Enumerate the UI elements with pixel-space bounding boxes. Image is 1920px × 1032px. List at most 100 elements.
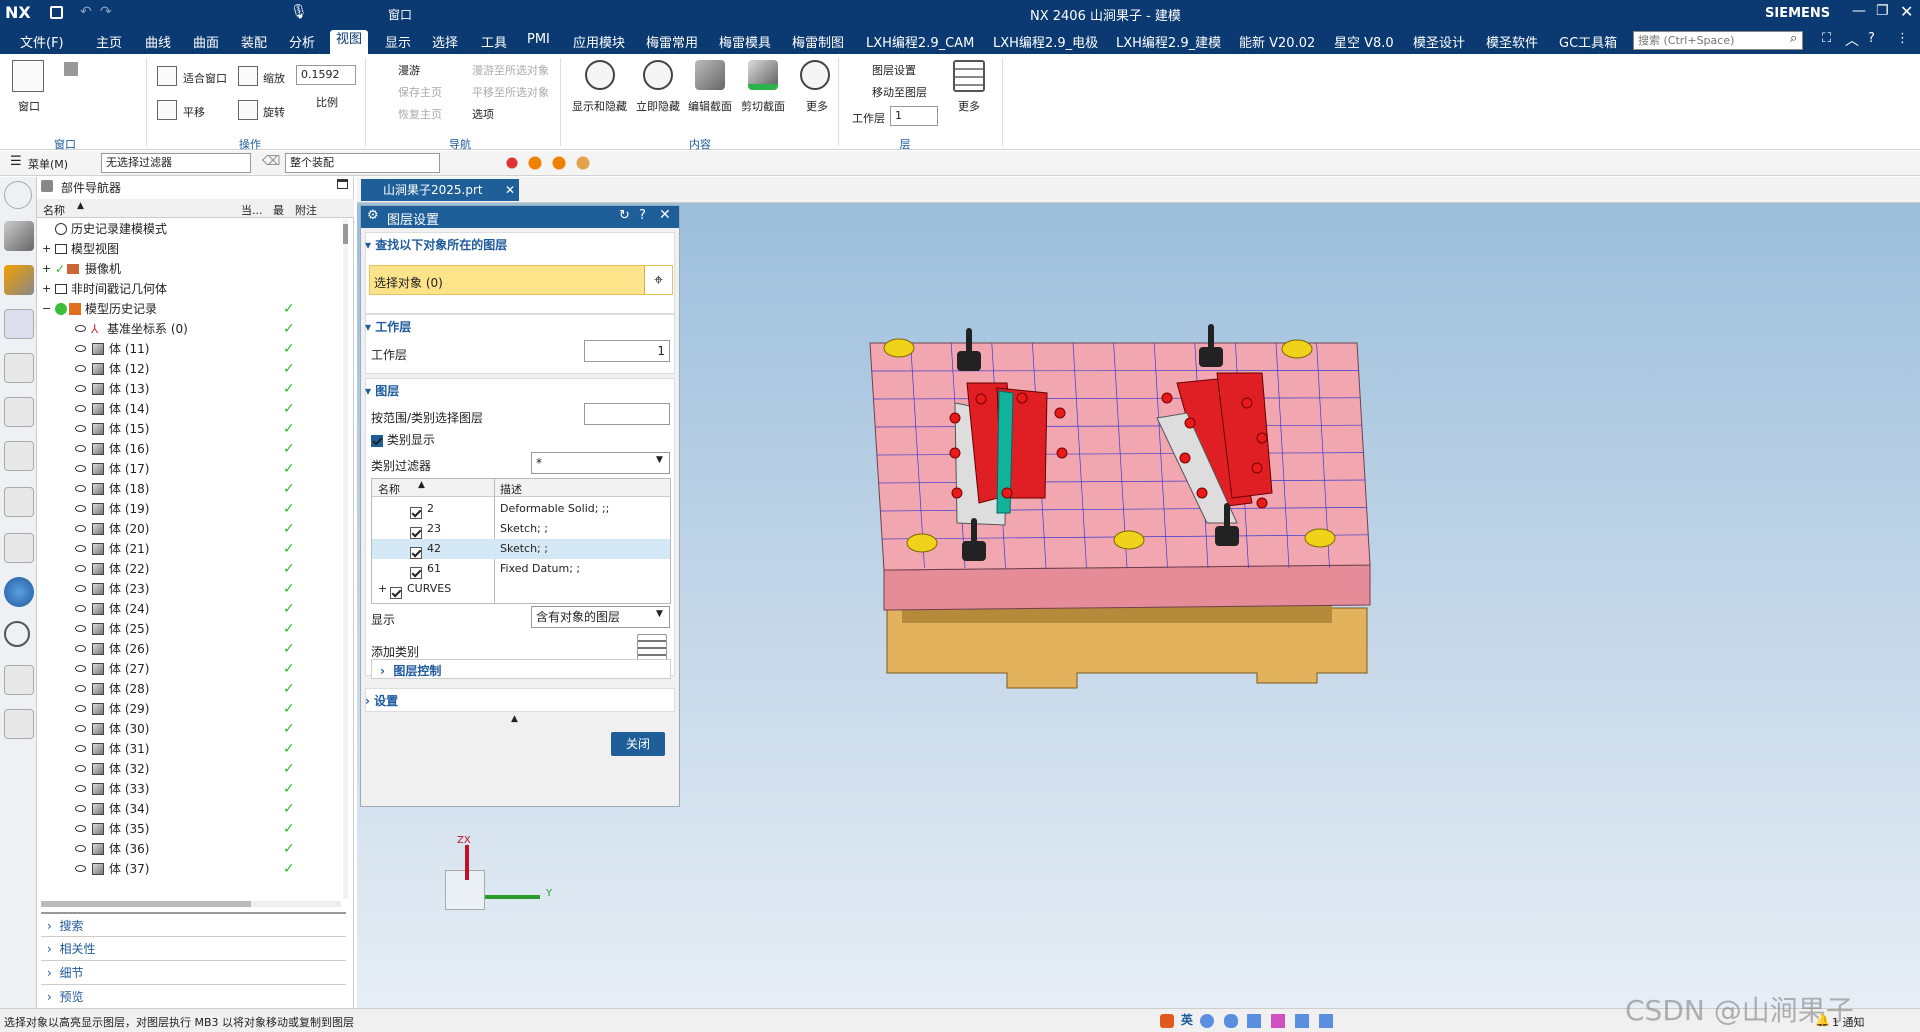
tab-meilei-common[interactable]: 梅雷常用 (646, 32, 698, 51)
layer-visible-checkbox[interactable] (390, 587, 402, 599)
doc-tab-active[interactable]: 山涧果子2025.prt ✕ (361, 179, 519, 201)
eye-icon[interactable] (75, 585, 86, 592)
layer-visible-checkbox[interactable] (410, 507, 422, 519)
tree-row-body[interactable]: 体 (37) ✓ (37, 859, 354, 879)
layer-control-row[interactable]: › 图层控制 (371, 659, 671, 679)
selection-filter-select[interactable]: 无选择过滤器 (101, 153, 251, 173)
col-name[interactable]: 名称 (43, 202, 65, 218)
sort-asc-icon[interactable]: ▲ (418, 480, 425, 490)
tree-row-datum[interactable]: ⅄ 基准坐标系 (0) ✓ (37, 319, 354, 339)
tab-lxh-cam[interactable]: LXH编程2.9_CAM (866, 32, 974, 51)
window-icon[interactable] (12, 60, 44, 92)
eye-icon[interactable] (75, 625, 86, 632)
tab-file[interactable]: 文件(F) (20, 32, 64, 51)
instant-hide-button[interactable]: 立即隐藏 (636, 98, 680, 114)
tab-meilei-mold[interactable]: 梅雷模具 (719, 32, 771, 51)
category-display-row[interactable]: 类别显示 (371, 431, 435, 448)
globe-icon[interactable] (4, 577, 34, 607)
notifications-label[interactable]: 1 通知 (1832, 1014, 1865, 1030)
tree-hscrollbar[interactable] (41, 901, 341, 907)
expand-icon[interactable]: + (378, 579, 387, 599)
section-layers[interactable]: ▾ 图层 (365, 382, 675, 399)
tree-row-body[interactable]: 体 (27) ✓ (37, 659, 354, 679)
window-menu[interactable]: 窗口 (388, 6, 412, 23)
pan-button[interactable]: 平移 (183, 104, 205, 120)
section-find-layer[interactable]: ▾ 查找以下对象所在的图层 (365, 236, 675, 253)
tab-meilei-drawing[interactable]: 梅雷制图 (792, 32, 844, 51)
panel-details[interactable]: › 细节 (41, 960, 346, 980)
restore-icon[interactable]: ❐ (1876, 3, 1889, 19)
layer-row[interactable]: 2 Deformable Solid; ;; (372, 499, 670, 519)
eye-icon[interactable] (75, 685, 86, 692)
punctuation-icon[interactable] (1199, 1013, 1214, 1028)
tree-row-body[interactable]: 体 (26) ✓ (37, 639, 354, 659)
tree-row-body[interactable]: 体 (14) ✓ (37, 399, 354, 419)
undo-icon[interactable]: ↶ (80, 4, 92, 20)
tab-analysis[interactable]: 分析 (289, 32, 315, 51)
zoom-icon[interactable] (238, 66, 258, 86)
tree-row-nontimestamp[interactable]: + 非时间戳记几何体 (37, 279, 354, 299)
close-window-icon[interactable]: ✕ (1900, 2, 1913, 21)
eye-icon[interactable] (75, 765, 86, 772)
collapse-icon[interactable]: − (42, 299, 51, 319)
options-icon[interactable]: ⋮ (1896, 31, 1909, 46)
restore-home-button[interactable]: 恢复主页 (398, 106, 442, 122)
pan-icon[interactable] (157, 100, 177, 120)
tree-row-body[interactable]: 体 (31) ✓ (37, 739, 354, 759)
menu-icon[interactable]: ☰ (10, 154, 22, 169)
tree-row-body[interactable]: 体 (32) ✓ (37, 759, 354, 779)
layer-row[interactable]: 61 Fixed Datum; ; (372, 559, 670, 579)
tab-gc-toolbox[interactable]: GC工具箱 (1559, 32, 1617, 51)
tab-app-modules[interactable]: 应用模块 (573, 32, 625, 51)
tree-row-model-views[interactable]: + 模型视图 (37, 239, 354, 259)
save-home-button[interactable]: 保存主页 (398, 84, 442, 100)
minimize-icon[interactable]: — (1852, 3, 1866, 19)
tree-row-body[interactable]: 体 (13) ✓ (37, 379, 354, 399)
tree-row-body[interactable]: 体 (21) ✓ (37, 539, 354, 559)
select-object-row[interactable]: 选择对象 (0) ⌖ (369, 265, 673, 295)
expand-icon[interactable]: + (42, 259, 51, 279)
tab-mosheng-design[interactable]: 模圣设计 (1413, 32, 1465, 51)
tab-display[interactable]: 显示 (385, 32, 411, 51)
more-content-button[interactable]: 更多 (806, 98, 828, 114)
hd3d-icon[interactable] (4, 397, 34, 427)
col-latest[interactable]: 最 (273, 202, 284, 218)
eye-icon[interactable] (75, 545, 86, 552)
tab-view[interactable]: 视图 (330, 30, 369, 54)
more-content-icon[interactable] (800, 60, 830, 90)
tree-vscrollbar[interactable] (343, 219, 348, 899)
web-browser-icon[interactable] (4, 441, 34, 471)
pan-to-selected-button[interactable]: 平移至所选对象 (472, 84, 549, 100)
eye-icon[interactable] (75, 725, 86, 732)
eye-icon[interactable] (75, 365, 86, 372)
tree-row-body[interactable]: 体 (17) ✓ (37, 459, 354, 479)
tree-row-body[interactable]: 体 (34) ✓ (37, 799, 354, 819)
tab-xingkong[interactable]: 星空 V8.0 (1334, 32, 1394, 51)
close-button[interactable]: 关闭 (611, 732, 665, 756)
layer-row[interactable]: 23 Sketch; ; (372, 519, 670, 539)
tree-row-body[interactable]: 体 (35) ✓ (37, 819, 354, 839)
doc-close-icon[interactable]: ✕ (505, 179, 515, 201)
dialog-help-icon[interactable]: ? (639, 208, 646, 223)
roam-to-selected-button[interactable]: 漫游至所选对象 (472, 62, 549, 78)
category-filter-select[interactable]: * (531, 452, 670, 474)
collapse-dialog-icon[interactable]: ▲ (511, 714, 518, 724)
command-search-input[interactable] (1633, 31, 1803, 50)
zoom-button[interactable]: 缩放 (263, 70, 285, 86)
tab-curve[interactable]: 曲线 (145, 32, 171, 51)
show-hide-button[interactable]: 显示和隐藏 (572, 98, 627, 114)
eye-icon[interactable] (75, 645, 86, 652)
rotate-icon[interactable] (238, 100, 258, 120)
col-current[interactable]: 当... (241, 202, 263, 218)
tab-mosheng-software[interactable]: 模圣软件 (1486, 32, 1538, 51)
settings-icon[interactable] (4, 181, 32, 209)
window-button-label[interactable]: 窗口 (18, 98, 40, 114)
eye-icon[interactable] (75, 605, 86, 612)
work-layer-select[interactable]: 1 (890, 106, 938, 126)
eye-icon[interactable] (75, 465, 86, 472)
add-category-button[interactable] (637, 634, 667, 662)
panel-preview[interactable]: › 预览 (41, 984, 346, 1004)
plugin-icon[interactable] (4, 709, 34, 739)
eye-icon[interactable] (75, 505, 86, 512)
layer-visible-checkbox[interactable] (410, 527, 422, 539)
